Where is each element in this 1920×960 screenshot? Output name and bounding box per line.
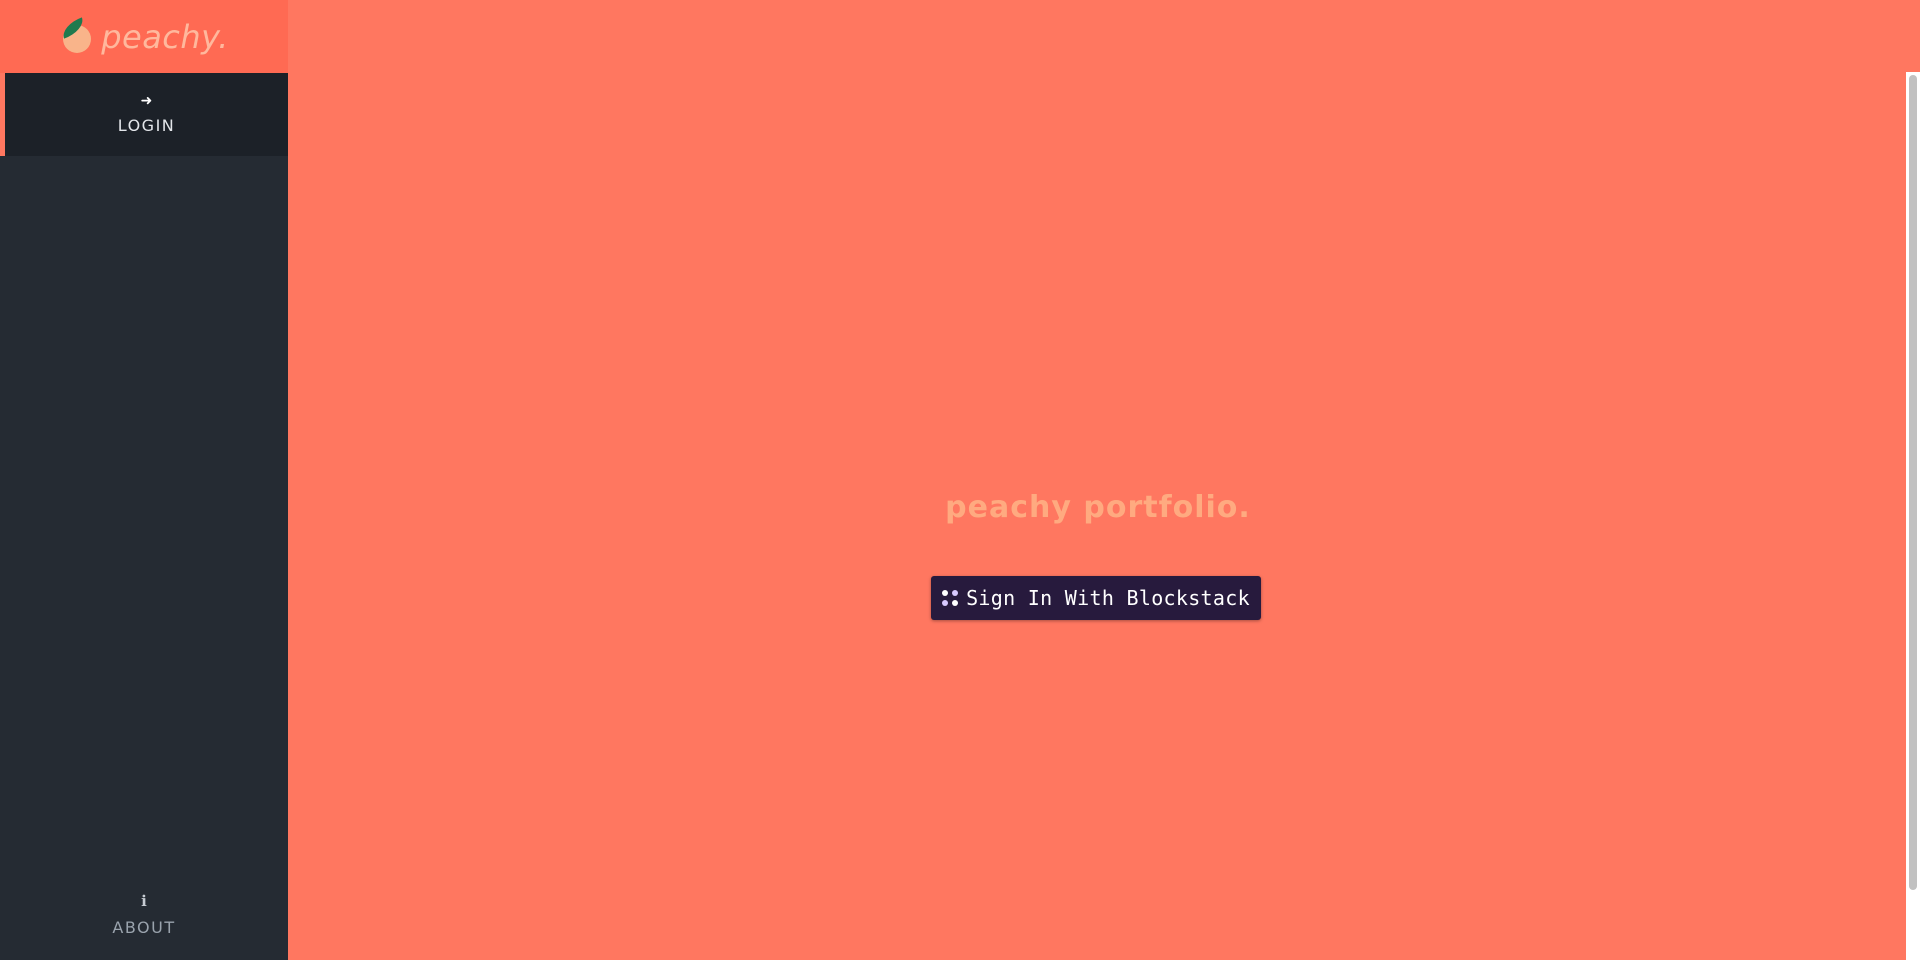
- sidebar-item-about[interactable]: ℹ ABOUT: [0, 880, 288, 950]
- sign-in-icon: ➜: [140, 93, 153, 109]
- main-content: peachy portfolio. Sign In With Blockstac…: [288, 0, 1908, 960]
- peach-icon: [59, 16, 95, 55]
- sidebar: peachy. ➜ LOGIN ℹ ABOUT: [0, 0, 288, 960]
- brand-name: peachy.: [101, 17, 229, 56]
- sidebar-item-label: ABOUT: [112, 917, 176, 937]
- sign-in-blockstack-button[interactable]: Sign In With Blockstack: [931, 576, 1261, 620]
- app-window: peachy. ➜ LOGIN ℹ ABOUT peachy portfolio…: [0, 0, 1920, 960]
- vertical-scrollbar[interactable]: [1906, 72, 1920, 960]
- brand-header[interactable]: peachy.: [0, 0, 288, 73]
- sidebar-item-label: LOGIN: [117, 116, 176, 135]
- page-title: peachy portfolio.: [945, 490, 1251, 525]
- scrollbar-thumb[interactable]: [1909, 75, 1917, 890]
- sidebar-item-login[interactable]: ➜ LOGIN: [0, 73, 288, 156]
- info-icon: ℹ: [141, 891, 147, 910]
- blockstack-icon: [942, 590, 959, 606]
- sign-in-button-label: Sign In With Blockstack: [966, 586, 1250, 610]
